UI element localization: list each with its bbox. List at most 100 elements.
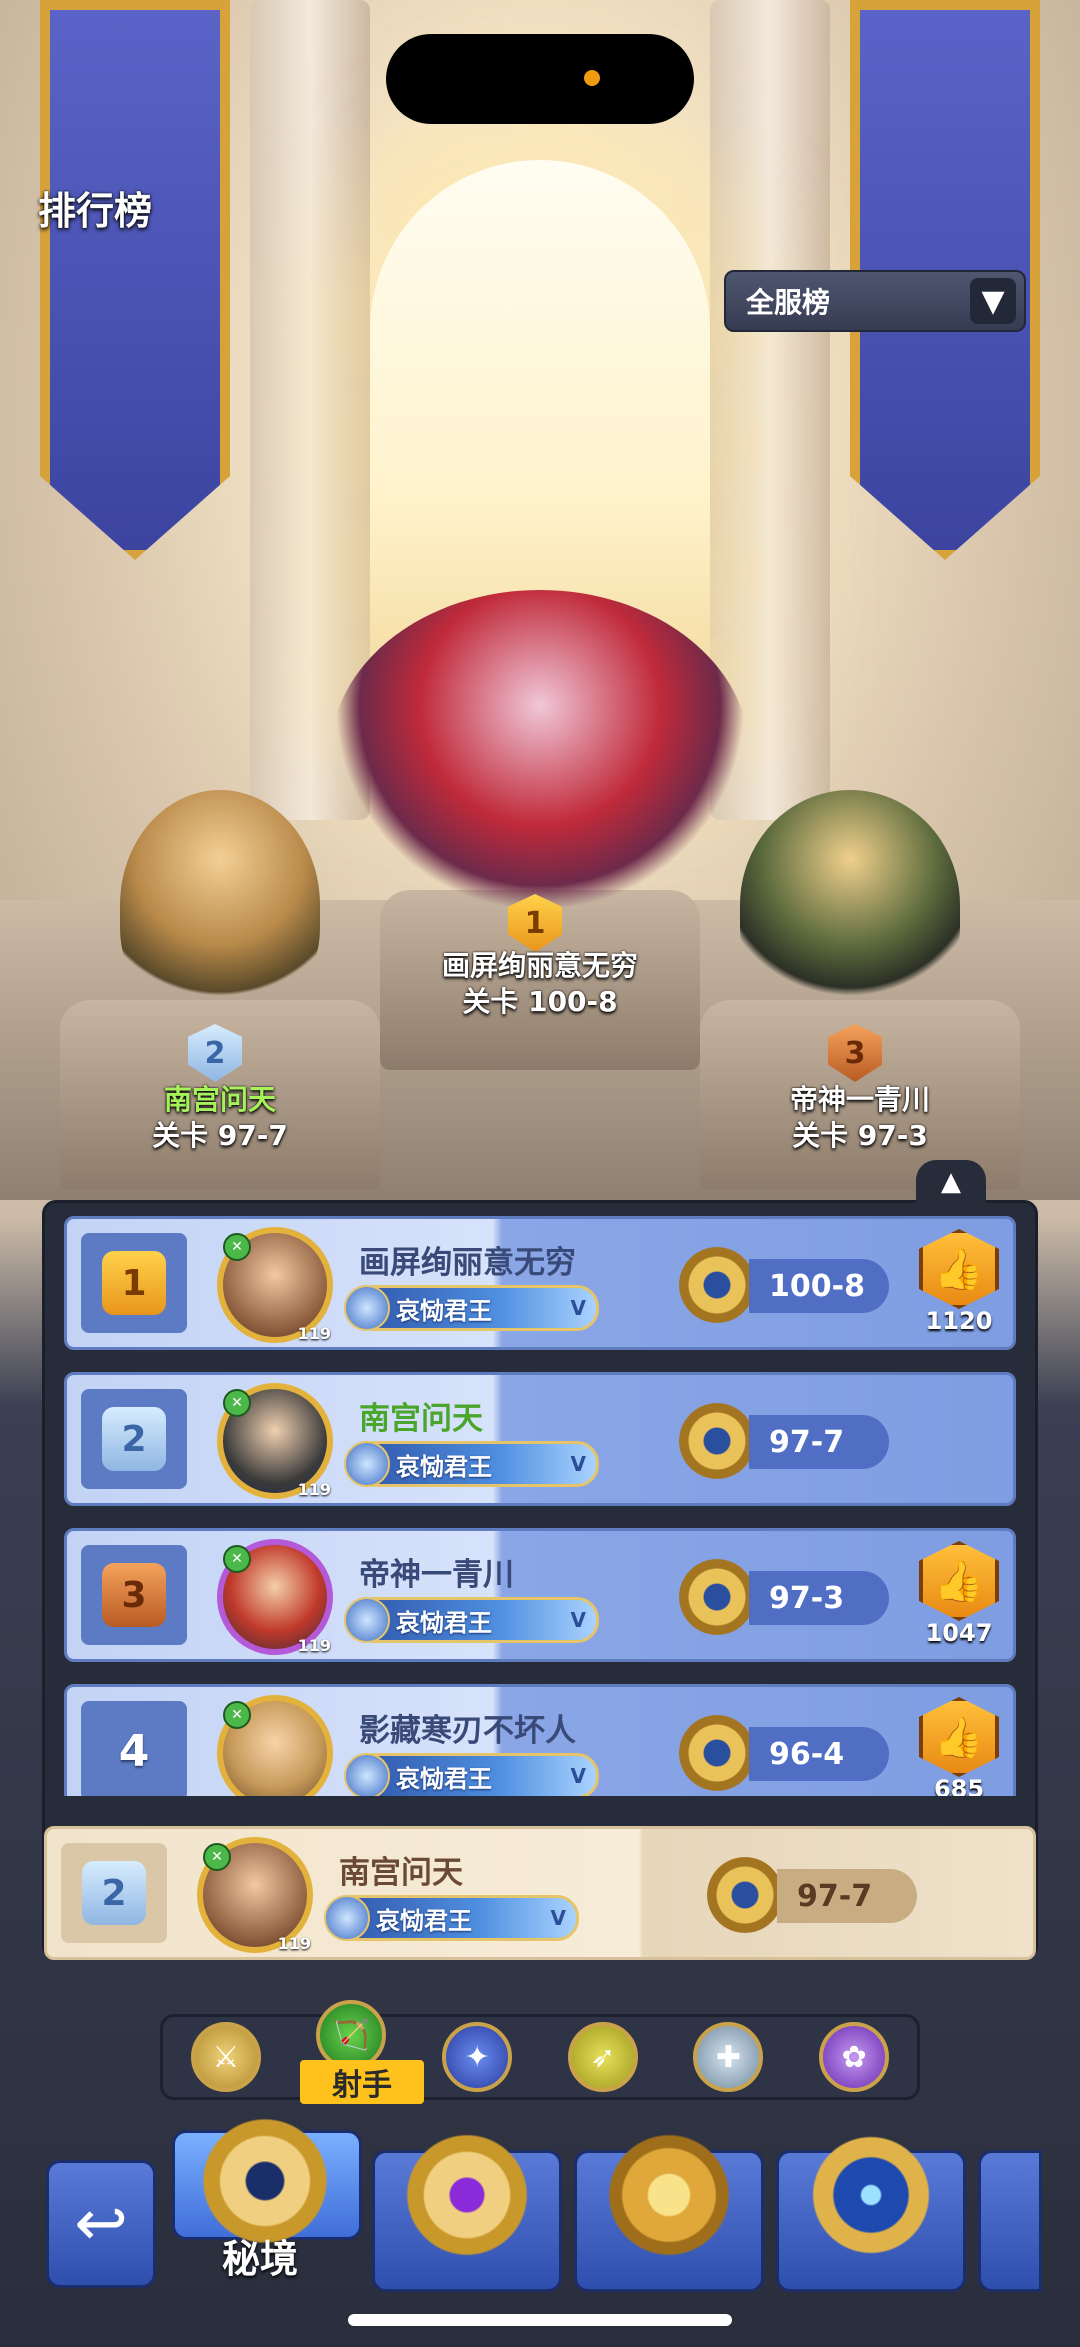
- player-title: 哀恸君王: [396, 1296, 492, 1325]
- warrior-icon[interactable]: ⚔: [190, 2022, 261, 2092]
- rank-badge-bronze: 3: [102, 1563, 166, 1627]
- podium-3-label: 帝神一青川 关卡 97-3: [740, 1082, 980, 1154]
- stage-emblem-icon: [679, 1403, 755, 1479]
- title-crest-icon: [344, 1441, 390, 1487]
- stage-emblem-icon: [679, 1715, 755, 1791]
- player-title: 哀恸君王: [396, 1764, 492, 1793]
- title-suffix: V: [570, 1764, 586, 1788]
- my-level: 119: [277, 1934, 311, 1953]
- ranking-row-4[interactable]: 4 ✕ 影藏寒刃不坏人 哀恸君王 V 96-4 👍 685: [64, 1684, 1016, 1796]
- like-count: 1047: [925, 1619, 993, 1647]
- ranking-row-2[interactable]: 2 ✕ 119 南宫问天 哀恸君王 V 97-7: [64, 1372, 1016, 1506]
- class-filter-bar: ⚔ 🏹 ✦ ➶ ✚ ✿: [160, 2000, 920, 2100]
- like-count: 685: [933, 1775, 985, 1796]
- rank-cell: 4: [81, 1701, 187, 1796]
- player-title: 哀恸君王: [396, 1608, 492, 1637]
- ranking-list[interactable]: 1 ✕ 119 画屏绚丽意无穷 哀恸君王 V 100-8 👍 1120 2 ✕ 119…: [60, 1216, 1020, 1796]
- camera-notch: [386, 34, 694, 124]
- player-name: 南宫问天: [359, 1401, 483, 1437]
- player-name: 画屏绚丽意无穷: [359, 1245, 576, 1281]
- stage-emblem-icon: [707, 1857, 783, 1933]
- player-level: 119: [297, 1480, 331, 1499]
- my-avatar[interactable]: ✕ 119: [197, 1837, 313, 1953]
- rank-cell: 2: [61, 1843, 167, 1943]
- title-suffix: V: [570, 1608, 586, 1632]
- bottom-nav: ↩ 秘境: [0, 2116, 1080, 2347]
- stage-progress: 96-4: [749, 1727, 889, 1781]
- player-name: 帝神一青川: [359, 1557, 514, 1593]
- rank-badge-silver: 2: [102, 1407, 166, 1471]
- podium-2-stage: 关卡 97-7: [152, 1119, 288, 1152]
- home-indicator[interactable]: [348, 2314, 732, 2326]
- player-level: 119: [297, 1324, 331, 1343]
- podium-1-name: 画屏绚丽意无穷: [441, 949, 638, 982]
- player-avatar[interactable]: ✕: [217, 1695, 333, 1796]
- scope-dropdown[interactable]: 全服榜 ▼: [724, 270, 1026, 332]
- chevron-down-icon[interactable]: ▼: [970, 278, 1016, 324]
- title-suffix: V: [570, 1452, 586, 1476]
- class-archer-icon: ✕: [223, 1389, 251, 1417]
- selected-class-label: 射手: [300, 2060, 424, 2104]
- player-title-badge: 哀恸君王 V: [344, 1753, 599, 1796]
- podium-3-name: 帝神一青川: [789, 1083, 930, 1116]
- title-crest-icon: [344, 1597, 390, 1643]
- title-suffix: V: [570, 1296, 586, 1320]
- podium-2-label: 南宫问天 关卡 97-7: [100, 1082, 340, 1154]
- hero-rank-2[interactable]: [120, 790, 320, 1020]
- secret-realm-emblem-icon: [200, 2116, 330, 2246]
- stage-progress: 97-7: [749, 1415, 889, 1469]
- ranking-row-3[interactable]: 3 ✕ 119 帝神一青川 哀恸君王 V 97-3 👍 1047: [64, 1528, 1016, 1662]
- summoner-icon[interactable]: ✿: [819, 2022, 890, 2092]
- my-title-badge: 哀恸君王 V: [324, 1895, 579, 1941]
- rank-cell: 1: [81, 1233, 187, 1333]
- star-compass-emblem-icon: [806, 2130, 936, 2260]
- podium-3-stage: 关卡 97-3: [792, 1119, 928, 1152]
- rank-cell: 3: [81, 1545, 187, 1645]
- my-ranking-row[interactable]: 2 ✕ 119 南宫问天 哀恸君王 V 97-7: [44, 1826, 1036, 1960]
- mage-staff-icon[interactable]: ✦: [442, 2022, 513, 2092]
- my-name: 南宫问天: [339, 1855, 463, 1891]
- back-arrow-icon[interactable]: ↩: [46, 2160, 156, 2288]
- player-avatar[interactable]: ✕ 119: [217, 1539, 333, 1655]
- stage-emblem-icon: [679, 1247, 755, 1323]
- title-suffix: V: [550, 1906, 566, 1930]
- indicator-dot: [584, 70, 600, 86]
- scope-dropdown-value: 全服榜: [746, 286, 831, 319]
- thumbs-up-icon[interactable]: 👍: [919, 1541, 999, 1621]
- player-title-badge: 哀恸君王 V: [344, 1285, 599, 1331]
- priest-icon[interactable]: ✚: [693, 2022, 764, 2092]
- my-stage-progress: 97-7: [777, 1869, 917, 1923]
- assassin-blade-icon[interactable]: ➶: [567, 2022, 638, 2092]
- rank-cell: 2: [81, 1389, 187, 1489]
- like-count: 1120: [925, 1307, 993, 1335]
- stage-progress: 100-8: [749, 1259, 889, 1313]
- rank-badge-silver: 2: [82, 1861, 146, 1925]
- player-avatar[interactable]: ✕ 119: [217, 1383, 333, 1499]
- podium-2-name: 南宫问天: [163, 1083, 276, 1116]
- player-title-badge: 哀恸君王 V: [344, 1441, 599, 1487]
- podium-scene: 2 1 3 南宫问天 关卡 97-7 画屏绚丽意无穷 关卡 100-8 帝神一青…: [0, 0, 1080, 1200]
- hero-rank-3[interactable]: [740, 790, 960, 1020]
- collapse-arrow-icon[interactable]: ▲: [916, 1160, 986, 1204]
- player-name: 影藏寒刃不坏人: [359, 1713, 576, 1749]
- purple-gem-emblem-icon: [402, 2130, 532, 2260]
- player-title: 哀恸君王: [396, 1452, 492, 1481]
- player-title-badge: 哀恸君王 V: [344, 1597, 599, 1643]
- thumbs-up-icon[interactable]: 👍: [919, 1229, 999, 1309]
- my-title: 哀恸君王: [376, 1906, 472, 1935]
- class-archer-icon: ✕: [223, 1233, 251, 1261]
- player-avatar[interactable]: ✕ 119: [217, 1227, 333, 1343]
- banner-left: [40, 0, 230, 560]
- title-crest-icon: [344, 1753, 390, 1796]
- crown-emblem-icon: [604, 2130, 734, 2260]
- nav-tab-5[interactable]: [978, 2150, 1042, 2292]
- stage-emblem-icon: [679, 1559, 755, 1635]
- thumbs-up-icon[interactable]: 👍: [919, 1697, 999, 1777]
- ranking-row-1[interactable]: 1 ✕ 119 画屏绚丽意无穷 哀恸君王 V 100-8 👍 1120: [64, 1216, 1016, 1350]
- podium-1-stage: 关卡 100-8: [462, 985, 618, 1018]
- stage-progress: 97-3: [749, 1571, 889, 1625]
- hero-rank-1[interactable]: [330, 590, 750, 920]
- rank-number: 4: [118, 1725, 150, 1777]
- class-archer-icon: ✕: [203, 1843, 231, 1871]
- class-archer-icon: ✕: [223, 1701, 251, 1729]
